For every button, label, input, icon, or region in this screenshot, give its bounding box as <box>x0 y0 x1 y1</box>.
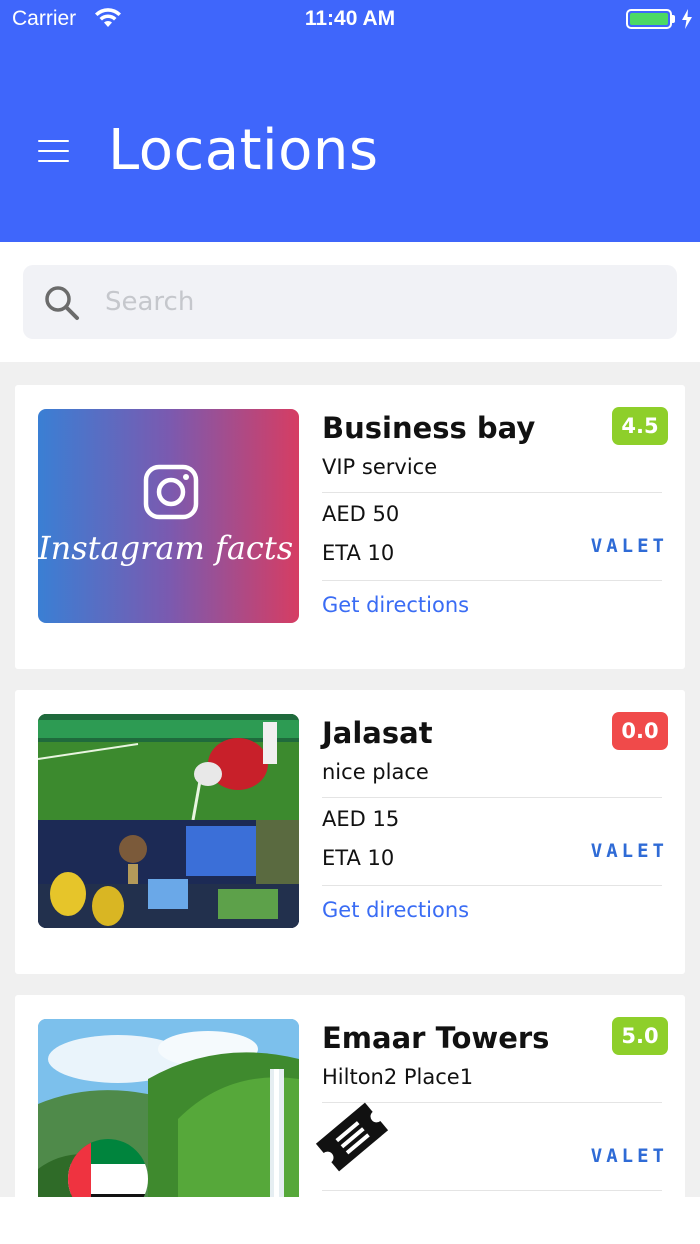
location-name: Jalasat <box>322 716 433 750</box>
battery-icon <box>626 9 672 29</box>
rating-badge: 0.0 <box>612 712 668 750</box>
battery-tip <box>672 15 675 23</box>
location-card[interactable]: Instagram facts Business bay 4.5 VIP ser… <box>15 385 685 669</box>
location-card[interactable]: Emaar Towers 5.0 Hilton2 Place1 VALET <box>15 995 685 1197</box>
location-subtitle: nice place <box>322 760 429 784</box>
location-name: Emaar Towers <box>322 1021 550 1055</box>
charging-bolt-icon <box>682 9 692 29</box>
price-label: AED 50 <box>322 502 400 526</box>
location-image: Instagram facts <box>38 409 299 623</box>
location-image <box>38 1019 299 1197</box>
rating-badge: 5.0 <box>612 1017 668 1055</box>
image-caption: Instagram facts <box>38 529 294 567</box>
status-bar: Carrier 11:40 AM <box>0 0 700 40</box>
instagram-icon <box>143 464 199 520</box>
search-input[interactable] <box>105 281 645 323</box>
battery-level <box>630 13 668 25</box>
locations-list[interactable]: Instagram facts Business bay 4.5 VIP ser… <box>0 362 700 1197</box>
price-label: AED 15 <box>322 807 400 831</box>
uae-flag-icon <box>68 1139 148 1197</box>
soccer-photo <box>38 714 299 928</box>
ticket-icon <box>315 1102 389 1172</box>
valet-logo: VALET <box>590 535 668 557</box>
search-bar[interactable] <box>23 265 677 339</box>
get-directions-link[interactable]: Get directions <box>322 593 469 617</box>
location-image <box>38 714 299 928</box>
clock: 11:40 AM <box>304 7 396 30</box>
divider <box>322 1190 662 1191</box>
divider <box>322 797 662 798</box>
page-title: Locations <box>108 118 379 183</box>
location-info: Jalasat 0.0 nice place AED 15 ETA 10 VAL… <box>322 690 668 974</box>
location-subtitle: VIP service <box>322 455 438 479</box>
rating-badge: 4.5 <box>612 407 668 445</box>
divider <box>322 492 662 493</box>
location-info: Emaar Towers 5.0 Hilton2 Place1 VALET <box>315 995 668 1197</box>
bottom-safe-area <box>0 1197 700 1244</box>
location-subtitle: Hilton2 Place1 <box>322 1065 474 1089</box>
eta-label: ETA 10 <box>322 846 395 870</box>
location-info: Business bay 4.5 VIP service AED 50 ETA … <box>322 385 668 669</box>
hamburger-menu-icon[interactable] <box>38 138 70 164</box>
eta-label: ETA 10 <box>322 541 395 565</box>
location-card[interactable]: Jalasat 0.0 nice place AED 15 ETA 10 VAL… <box>15 690 685 974</box>
divider <box>322 885 662 886</box>
divider <box>322 580 662 581</box>
get-directions-link[interactable]: Get directions <box>322 898 469 922</box>
search-icon <box>45 286 79 320</box>
search-section <box>0 242 700 362</box>
valet-logo: VALET <box>590 1145 668 1167</box>
app-header: Carrier 11:40 AM Locations <box>0 0 700 242</box>
valet-logo: VALET <box>590 840 668 862</box>
location-name: Business bay <box>322 411 536 445</box>
